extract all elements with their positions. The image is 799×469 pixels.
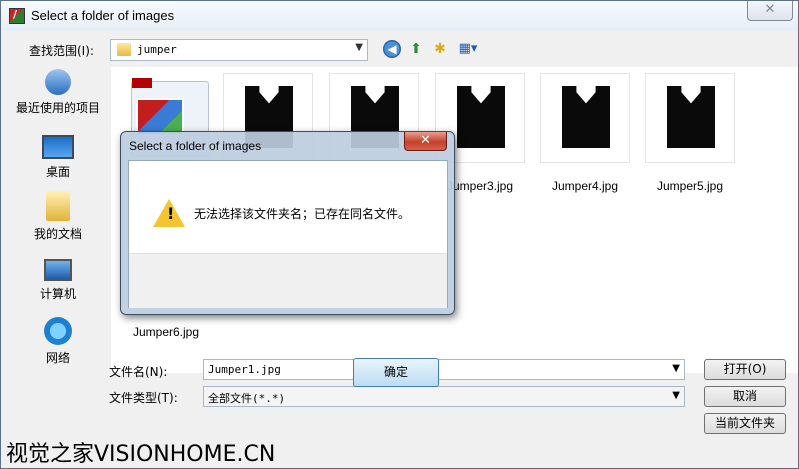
file-thumbnail xyxy=(645,73,735,163)
dialog-body: ! 无法选择该文件夹名；已存在同名文件。 确定 xyxy=(128,160,448,387)
look-in-label: 查找范围(I): xyxy=(29,44,94,58)
filename-label: 文件名(N): xyxy=(109,365,168,379)
new-folder-icon[interactable]: ✱ xyxy=(431,40,449,58)
folder-icon xyxy=(117,43,131,56)
recent-items-icon xyxy=(45,69,71,95)
file-thumbnail xyxy=(540,73,630,163)
filetype-label: 文件类型(T): xyxy=(109,391,178,405)
up-folder-icon[interactable]: ⬆ xyxy=(407,40,425,58)
computer-icon xyxy=(44,259,72,281)
view-menu-icon[interactable]: ▦▾ xyxy=(455,40,481,58)
current-folder-button[interactable]: 当前文件夹 xyxy=(704,413,786,434)
ok-button[interactable]: 确定 xyxy=(353,358,439,387)
watermark-text: 视觉之家VISIONHOME.CN xyxy=(6,442,276,467)
window-title: Select a folder of images xyxy=(31,8,175,23)
place-label: 最近使用的项目 xyxy=(15,101,100,115)
place-label: 网络 xyxy=(45,351,70,365)
network-icon xyxy=(44,317,72,345)
place-label: 桌面 xyxy=(45,165,70,179)
dialog-close-button[interactable]: ✕ xyxy=(404,132,447,151)
dialog-message: 无法选择该文件夹名；已存在同名文件。 xyxy=(194,207,411,221)
place-label: 我的文档 xyxy=(33,227,82,241)
file-name: Jumper4.jpg xyxy=(551,179,619,193)
dialog-footer: 确定 xyxy=(129,253,447,387)
error-message-dialog: Select a folder of images ✕ ! 无法选择该文件夹名；… xyxy=(120,131,455,387)
desktop-icon xyxy=(42,135,74,159)
chevron-down-icon[interactable]: ▼ xyxy=(672,390,680,401)
window-close-button[interactable]: ✕ xyxy=(747,1,793,21)
file-name: Jumper6.jpg xyxy=(132,325,200,339)
title-bar: / Select a folder of images ✕ xyxy=(1,1,798,31)
back-icon[interactable]: ◀ xyxy=(383,40,401,58)
filename-value: Jumper1.jpg xyxy=(208,363,281,376)
documents-icon xyxy=(46,191,70,221)
filename-input[interactable]: Jumper1.jpg ▼ xyxy=(203,359,685,380)
cancel-button[interactable]: 取消 xyxy=(704,386,786,407)
warning-mark: ! xyxy=(167,204,175,223)
filetype-dropdown[interactable]: 全部文件(*.*) ▼ xyxy=(203,386,685,407)
chevron-down-icon[interactable]: ▼ xyxy=(355,42,363,53)
look-in-dropdown[interactable]: jumper ▼ xyxy=(110,39,368,61)
open-button[interactable]: 打开(O) xyxy=(704,359,786,380)
place-computer[interactable]: 计算机 xyxy=(9,259,107,302)
place-documents[interactable]: 我的文档 xyxy=(9,191,107,242)
chevron-down-icon[interactable]: ▼ xyxy=(672,363,680,374)
filetype-value: 全部文件(*.*) xyxy=(208,392,286,405)
look-in-value: jumper xyxy=(137,43,177,56)
place-label: 计算机 xyxy=(39,287,76,301)
places-bar: 最近使用的项目 桌面 我的文档 计算机 网络 xyxy=(9,67,107,367)
file-name: Jumper5.jpg xyxy=(656,179,724,193)
place-network[interactable]: 网络 xyxy=(9,317,107,366)
app-icon: / xyxy=(9,8,25,24)
dialog-title: Select a folder of images xyxy=(129,139,262,153)
place-desktop[interactable]: 桌面 xyxy=(9,135,107,180)
place-recent-items[interactable]: 最近使用的项目 xyxy=(9,69,107,116)
